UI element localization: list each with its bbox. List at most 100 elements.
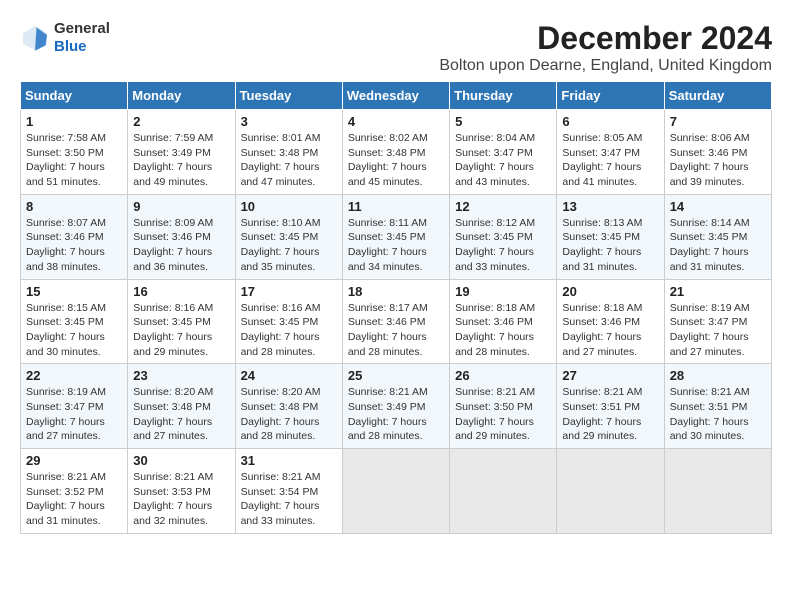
calendar-cell: 17 Sunrise: 8:16 AM Sunset: 3:45 PM Dayli… (235, 279, 342, 364)
day-info: Sunrise: 8:10 AM Sunset: 3:45 PM Dayligh… (241, 216, 337, 275)
day-number: 27 (562, 368, 658, 383)
day-info: Sunrise: 7:58 AM Sunset: 3:50 PM Dayligh… (26, 131, 122, 190)
calendar-cell: 5 Sunrise: 8:04 AM Sunset: 3:47 PM Daylig… (450, 110, 557, 195)
calendar-table: SundayMondayTuesdayWednesdayThursdayFrid… (20, 81, 772, 534)
page-subtitle: Bolton upon Dearne, England, United King… (439, 57, 772, 75)
day-info: Sunrise: 8:21 AM Sunset: 3:53 PM Dayligh… (133, 470, 229, 529)
logo: General Blue (20, 20, 110, 56)
day-number: 12 (455, 199, 551, 214)
calendar-cell: 14 Sunrise: 8:14 AM Sunset: 3:45 PM Dayli… (664, 194, 771, 279)
logo-text: General Blue (54, 20, 110, 56)
dow-header: Friday (557, 82, 664, 110)
day-info: Sunrise: 8:13 AM Sunset: 3:45 PM Dayligh… (562, 216, 658, 275)
calendar-cell: 29Sunrise: 8:21 AM Sunset: 3:52 PM Dayli… (21, 449, 128, 534)
page-title: December 2024 (439, 20, 772, 57)
dow-header: Wednesday (342, 82, 449, 110)
day-info: Sunrise: 8:21 AM Sunset: 3:54 PM Dayligh… (241, 470, 337, 529)
calendar-week-row: 15Sunrise: 8:15 AM Sunset: 3:45 PM Dayli… (21, 279, 772, 364)
day-info: Sunrise: 8:21 AM Sunset: 3:51 PM Dayligh… (562, 385, 658, 444)
day-number: 4 (348, 114, 444, 129)
day-info: Sunrise: 8:19 AM Sunset: 3:47 PM Dayligh… (670, 301, 766, 360)
day-number: 28 (670, 368, 766, 383)
header: General Blue December 2024 Bolton upon D… (20, 20, 772, 75)
day-info: Sunrise: 8:16 AM Sunset: 3:45 PM Dayligh… (241, 301, 337, 360)
day-info: Sunrise: 8:02 AM Sunset: 3:48 PM Dayligh… (348, 131, 444, 190)
day-info: Sunrise: 8:14 AM Sunset: 3:45 PM Dayligh… (670, 216, 766, 275)
day-number: 23 (133, 368, 229, 383)
day-number: 14 (670, 199, 766, 214)
calendar-cell: 3 Sunrise: 8:01 AM Sunset: 3:48 PM Daylig… (235, 110, 342, 195)
calendar-week-row: 8 Sunrise: 8:07 AM Sunset: 3:46 PM Daylig… (21, 194, 772, 279)
calendar-cell: 30 Sunrise: 8:21 AM Sunset: 3:53 PM Dayli… (128, 449, 235, 534)
day-info: Sunrise: 8:11 AM Sunset: 3:45 PM Dayligh… (348, 216, 444, 275)
day-number: 16 (133, 284, 229, 299)
calendar-cell: 9Sunrise: 8:09 AM Sunset: 3:46 PM Daylig… (128, 194, 235, 279)
day-info: Sunrise: 8:04 AM Sunset: 3:47 PM Dayligh… (455, 131, 551, 190)
day-info: Sunrise: 8:06 AM Sunset: 3:46 PM Dayligh… (670, 131, 766, 190)
dow-header: Tuesday (235, 82, 342, 110)
calendar-cell: 25 Sunrise: 8:21 AM Sunset: 3:49 PM Dayli… (342, 364, 449, 449)
day-info: Sunrise: 8:21 AM Sunset: 3:51 PM Dayligh… (670, 385, 766, 444)
calendar-cell: 31 Sunrise: 8:21 AM Sunset: 3:54 PM Dayli… (235, 449, 342, 534)
calendar-cell: 18 Sunrise: 8:17 AM Sunset: 3:46 PM Dayli… (342, 279, 449, 364)
day-info: Sunrise: 8:20 AM Sunset: 3:48 PM Dayligh… (241, 385, 337, 444)
day-info: Sunrise: 8:01 AM Sunset: 3:48 PM Dayligh… (241, 131, 337, 190)
day-number: 5 (455, 114, 551, 129)
day-number: 18 (348, 284, 444, 299)
day-info: Sunrise: 8:21 AM Sunset: 3:50 PM Dayligh… (455, 385, 551, 444)
calendar-week-row: 1 Sunrise: 7:58 AM Sunset: 3:50 PM Daylig… (21, 110, 772, 195)
day-number: 20 (562, 284, 658, 299)
day-number: 1 (26, 114, 122, 129)
day-info: Sunrise: 8:12 AM Sunset: 3:45 PM Dayligh… (455, 216, 551, 275)
day-number: 6 (562, 114, 658, 129)
day-number: 17 (241, 284, 337, 299)
day-info: Sunrise: 8:21 AM Sunset: 3:49 PM Dayligh… (348, 385, 444, 444)
calendar-cell: 16 Sunrise: 8:16 AM Sunset: 3:45 PM Dayli… (128, 279, 235, 364)
day-number: 3 (241, 114, 337, 129)
day-number: 7 (670, 114, 766, 129)
calendar-cell: 26 Sunrise: 8:21 AM Sunset: 3:50 PM Dayli… (450, 364, 557, 449)
calendar-cell: 28 Sunrise: 8:21 AM Sunset: 3:51 PM Dayli… (664, 364, 771, 449)
title-block: December 2024 Bolton upon Dearne, Englan… (439, 20, 772, 75)
calendar-cell: 19 Sunrise: 8:18 AM Sunset: 3:46 PM Dayli… (450, 279, 557, 364)
calendar-cell: 1 Sunrise: 7:58 AM Sunset: 3:50 PM Daylig… (21, 110, 128, 195)
day-number: 30 (133, 453, 229, 468)
day-info: Sunrise: 8:16 AM Sunset: 3:45 PM Dayligh… (133, 301, 229, 360)
day-number: 21 (670, 284, 766, 299)
calendar-cell: 10Sunrise: 8:10 AM Sunset: 3:45 PM Dayli… (235, 194, 342, 279)
calendar-cell: 27 Sunrise: 8:21 AM Sunset: 3:51 PM Dayli… (557, 364, 664, 449)
dow-header: Saturday (664, 82, 771, 110)
day-number: 13 (562, 199, 658, 214)
calendar-body: 1 Sunrise: 7:58 AM Sunset: 3:50 PM Daylig… (21, 110, 772, 534)
dow-header: Monday (128, 82, 235, 110)
logo-icon (20, 23, 50, 53)
day-number: 19 (455, 284, 551, 299)
day-number: 11 (348, 199, 444, 214)
calendar-cell: 13 Sunrise: 8:13 AM Sunset: 3:45 PM Dayli… (557, 194, 664, 279)
days-of-week-row: SundayMondayTuesdayWednesdayThursdayFrid… (21, 82, 772, 110)
calendar-cell: 8 Sunrise: 8:07 AM Sunset: 3:46 PM Daylig… (21, 194, 128, 279)
day-info: Sunrise: 8:05 AM Sunset: 3:47 PM Dayligh… (562, 131, 658, 190)
calendar-cell: 2Sunrise: 7:59 AM Sunset: 3:49 PM Daylig… (128, 110, 235, 195)
dow-header: Thursday (450, 82, 557, 110)
day-info: Sunrise: 8:17 AM Sunset: 3:46 PM Dayligh… (348, 301, 444, 360)
dow-header: Sunday (21, 82, 128, 110)
calendar-cell: 11 Sunrise: 8:11 AM Sunset: 3:45 PM Dayli… (342, 194, 449, 279)
day-number: 24 (241, 368, 337, 383)
day-number: 8 (26, 199, 122, 214)
day-number: 26 (455, 368, 551, 383)
calendar-cell: 22Sunrise: 8:19 AM Sunset: 3:47 PM Dayli… (21, 364, 128, 449)
calendar-cell: 15Sunrise: 8:15 AM Sunset: 3:45 PM Dayli… (21, 279, 128, 364)
day-number: 29 (26, 453, 122, 468)
day-number: 25 (348, 368, 444, 383)
day-number: 31 (241, 453, 337, 468)
day-info: Sunrise: 8:07 AM Sunset: 3:46 PM Dayligh… (26, 216, 122, 275)
calendar-cell (557, 449, 664, 534)
day-number: 2 (133, 114, 229, 129)
day-number: 22 (26, 368, 122, 383)
day-info: Sunrise: 8:20 AM Sunset: 3:48 PM Dayligh… (133, 385, 229, 444)
day-info: Sunrise: 8:18 AM Sunset: 3:46 PM Dayligh… (455, 301, 551, 360)
calendar-cell: 20 Sunrise: 8:18 AM Sunset: 3:46 PM Dayli… (557, 279, 664, 364)
day-info: Sunrise: 8:18 AM Sunset: 3:46 PM Dayligh… (562, 301, 658, 360)
calendar-cell: 7 Sunrise: 8:06 AM Sunset: 3:46 PM Daylig… (664, 110, 771, 195)
